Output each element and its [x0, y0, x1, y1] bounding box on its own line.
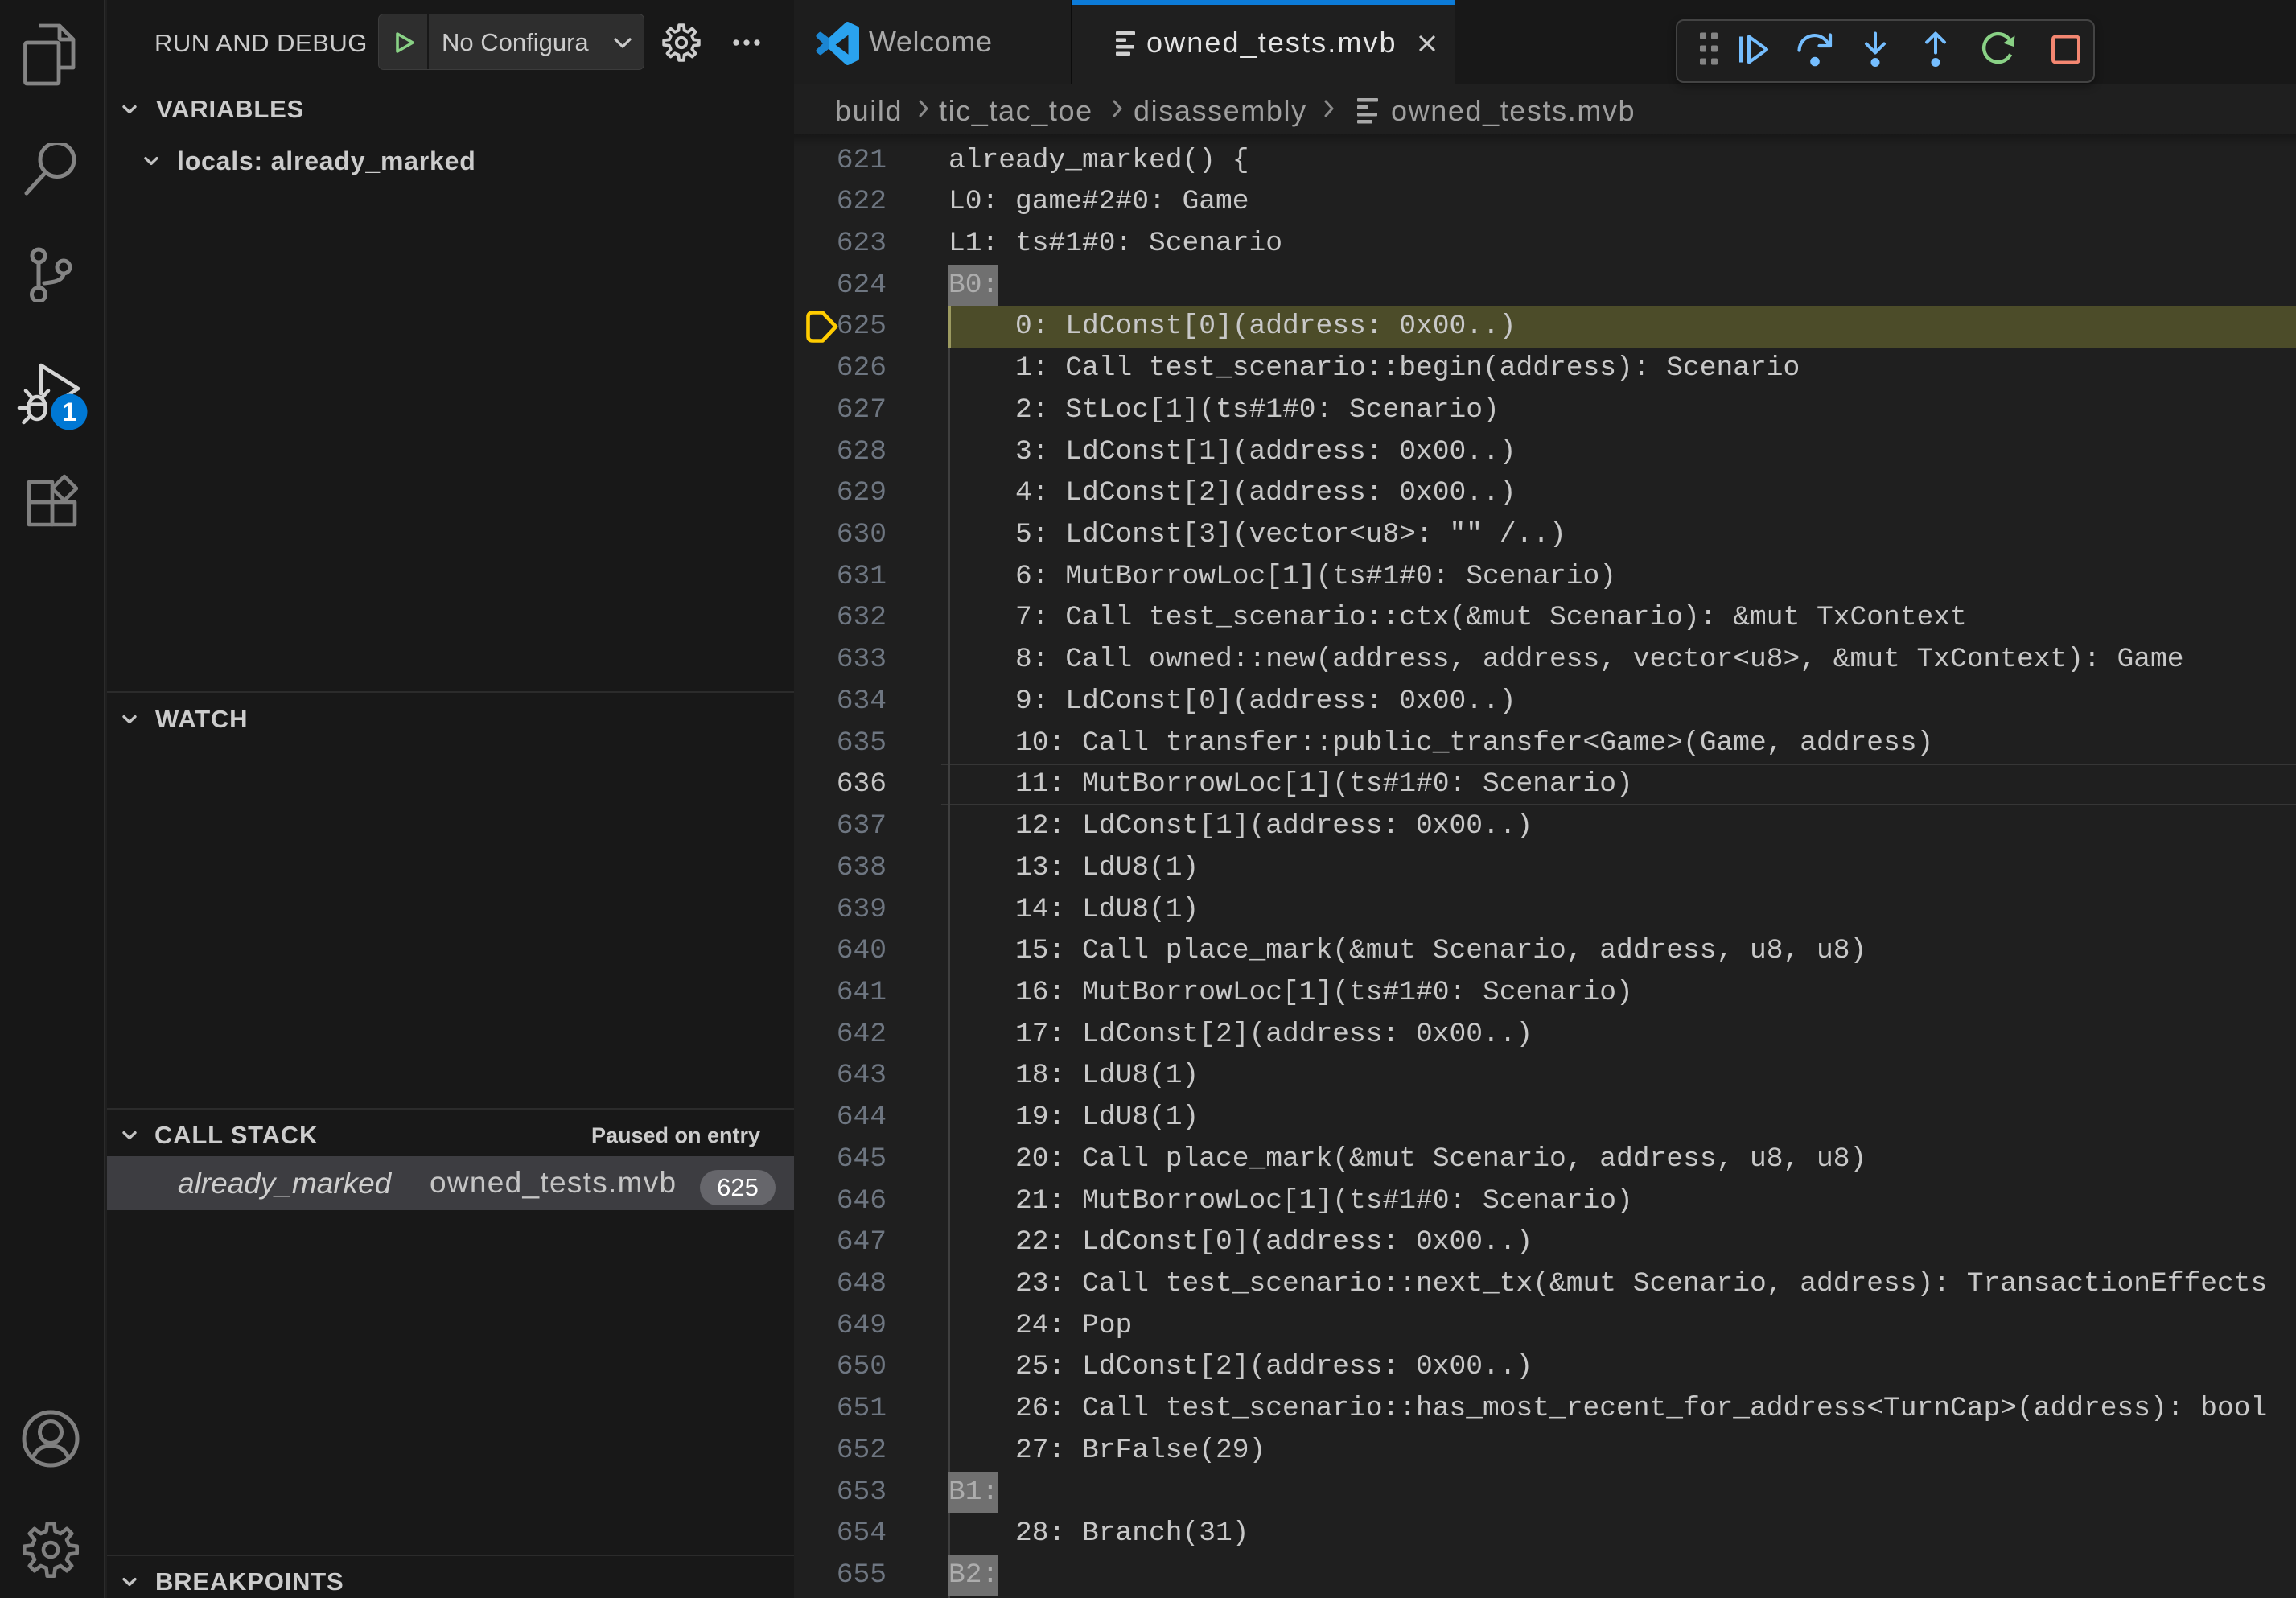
svg-text:1: 1	[62, 397, 76, 426]
